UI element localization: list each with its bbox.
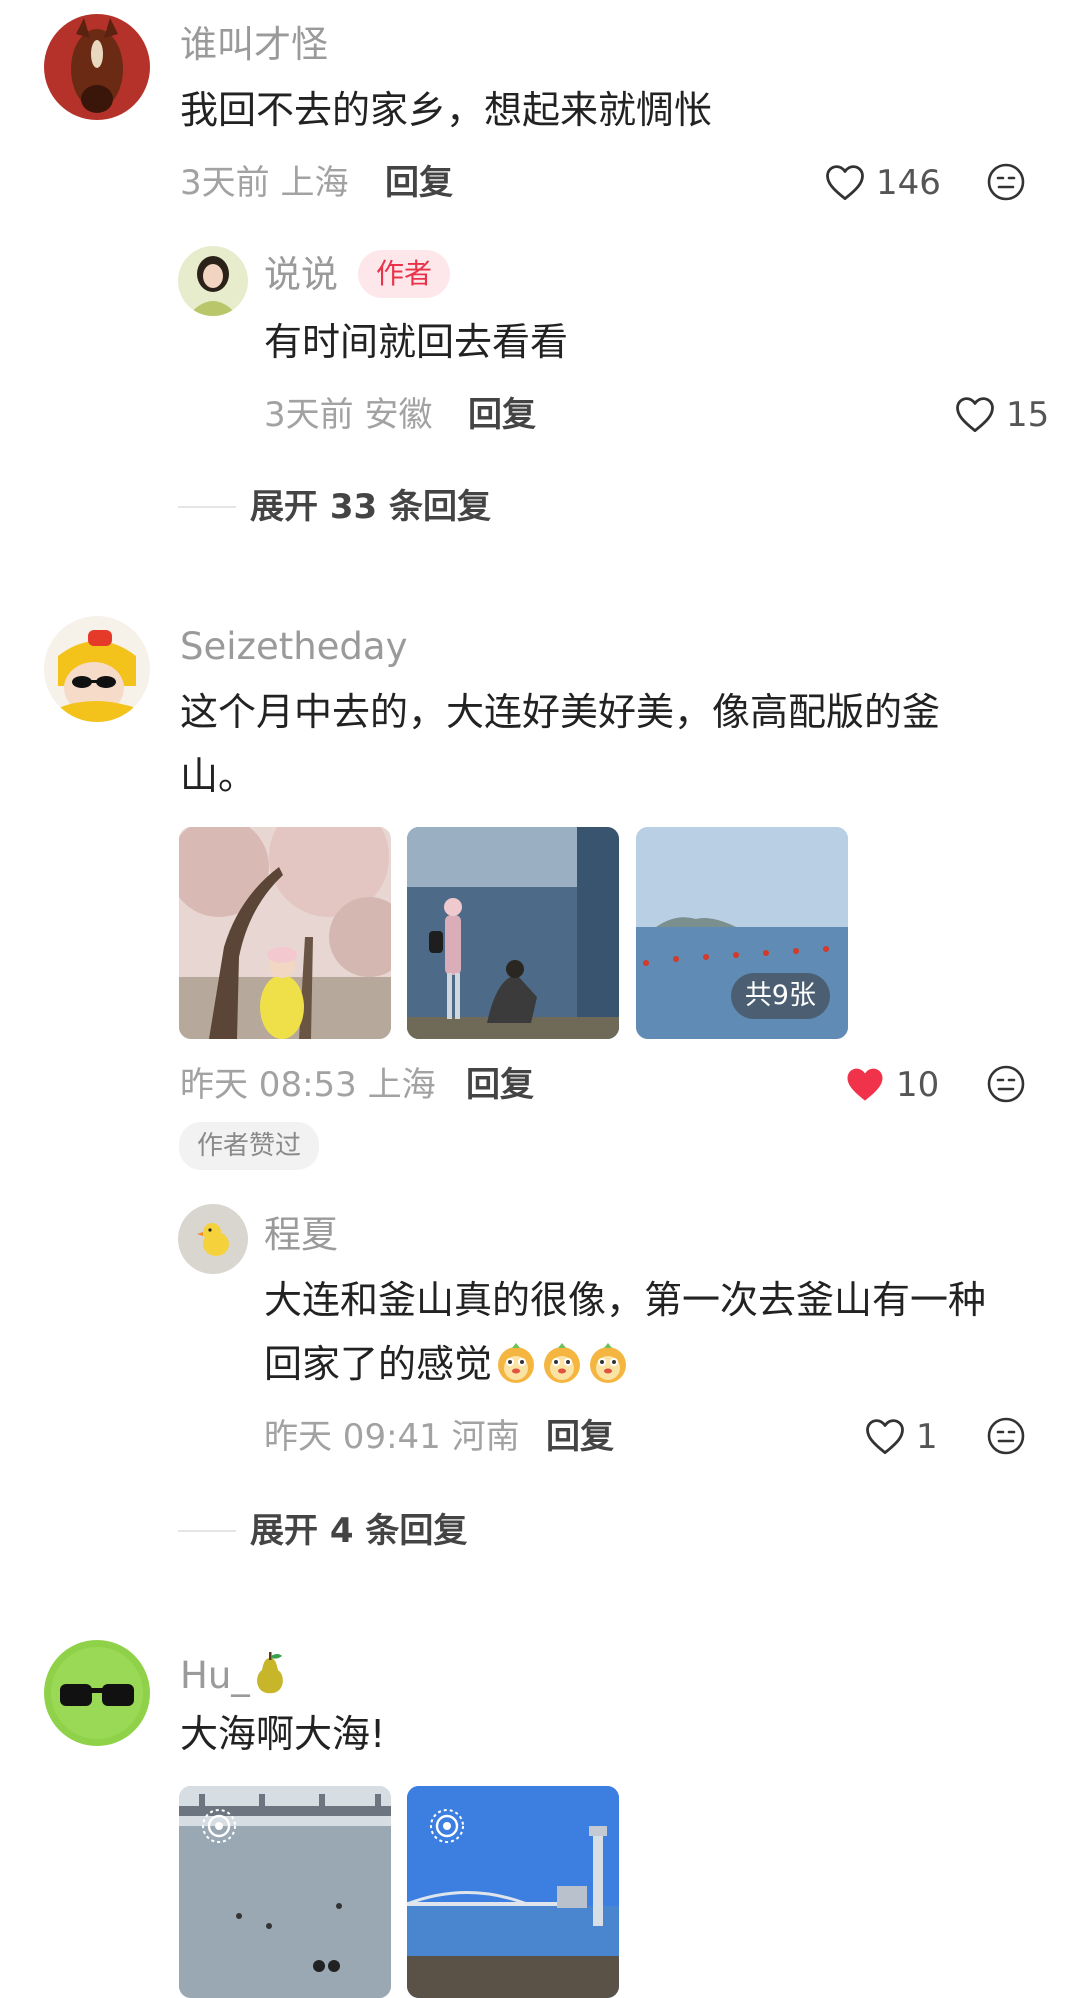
- reply-text-line1: 大连和釜山真的很像，第一次去釜山有一种: [264, 1278, 987, 1322]
- reply-button[interactable]: 回复: [466, 1068, 534, 1102]
- reply-button[interactable]: 回复: [468, 398, 536, 432]
- comment-text: 我回不去的家乡，想起来就惆怅: [180, 88, 713, 132]
- like-count: 1: [916, 1417, 938, 1457]
- heart-outline-icon[interactable]: [824, 162, 866, 202]
- smiley-icon[interactable]: [986, 1064, 1026, 1104]
- heart-filled-icon[interactable]: [844, 1064, 886, 1104]
- comment-image[interactable]: [407, 827, 619, 1039]
- reply-text: 有时间就回去看看: [264, 320, 569, 364]
- comment-image[interactable]: [179, 1786, 391, 1998]
- avatar[interactable]: [44, 14, 150, 120]
- reply-text-line2: 回家了的感觉: [264, 1332, 630, 1396]
- heart-outline-icon[interactable]: [954, 394, 996, 434]
- smiley-icon[interactable]: [986, 162, 1026, 202]
- comment-username-text[interactable]: Hu_: [180, 1654, 250, 1697]
- comment-text: 大海啊大海!: [180, 1712, 386, 1756]
- comment-time-location: 昨天 08:53 上海: [180, 1065, 436, 1105]
- meerkat-emoji-icon: [544, 1343, 581, 1383]
- like-count: 10: [896, 1065, 940, 1105]
- pear-icon: [256, 1652, 283, 1694]
- reply-time-location: 昨天 09:41 河南: [264, 1417, 520, 1457]
- like-count: 146: [876, 163, 941, 203]
- live-photo-icon: [430, 1809, 464, 1843]
- reply-button[interactable]: 回复: [385, 166, 453, 200]
- reply-username[interactable]: 说说: [264, 256, 338, 293]
- divider: [178, 506, 236, 508]
- reply-time-location: 3天前 安徽: [264, 395, 433, 435]
- comment-image[interactable]: [179, 827, 391, 1039]
- comment-time-location: 3天前 上海: [180, 163, 349, 203]
- avatar[interactable]: [44, 616, 150, 722]
- expand-replies-button[interactable]: 展开 4 条回复: [250, 1514, 467, 1548]
- avatar[interactable]: [178, 246, 248, 316]
- meerkat-emoji-icon: [590, 1343, 627, 1383]
- smiley-icon[interactable]: [986, 1416, 1026, 1456]
- image-count-badge: 共9张: [730, 973, 830, 1019]
- reply-username[interactable]: 程夏: [264, 1216, 338, 1253]
- comment-text-line2: 山。: [180, 754, 257, 798]
- meerkat-emoji-icon: [498, 1343, 535, 1383]
- avatar[interactable]: [178, 1204, 248, 1274]
- author-liked-badge: 作者赞过: [179, 1122, 320, 1170]
- expand-replies-button[interactable]: 展开 33 条回复: [250, 490, 491, 524]
- reply-text-line2-content: 回家了的感觉: [264, 1342, 493, 1386]
- comment-username[interactable]: Seizetheday: [180, 628, 408, 665]
- comment-text-line1: 这个月中去的，大连好美好美，像高配版的釜: [180, 690, 941, 734]
- reply-button[interactable]: 回复: [546, 1420, 614, 1454]
- comment-image[interactable]: [407, 1786, 619, 1998]
- heart-outline-icon[interactable]: [864, 1416, 906, 1456]
- live-photo-icon: [202, 1809, 236, 1843]
- comment-username[interactable]: Hu_: [180, 1652, 288, 1694]
- comment-username[interactable]: 谁叫才怪: [180, 26, 328, 63]
- comment-image[interactable]: 共9张: [636, 827, 848, 1039]
- avatar[interactable]: [44, 1640, 150, 1746]
- like-count: 15: [1006, 395, 1050, 435]
- author-badge: 作者: [358, 250, 451, 298]
- divider: [178, 1530, 236, 1532]
